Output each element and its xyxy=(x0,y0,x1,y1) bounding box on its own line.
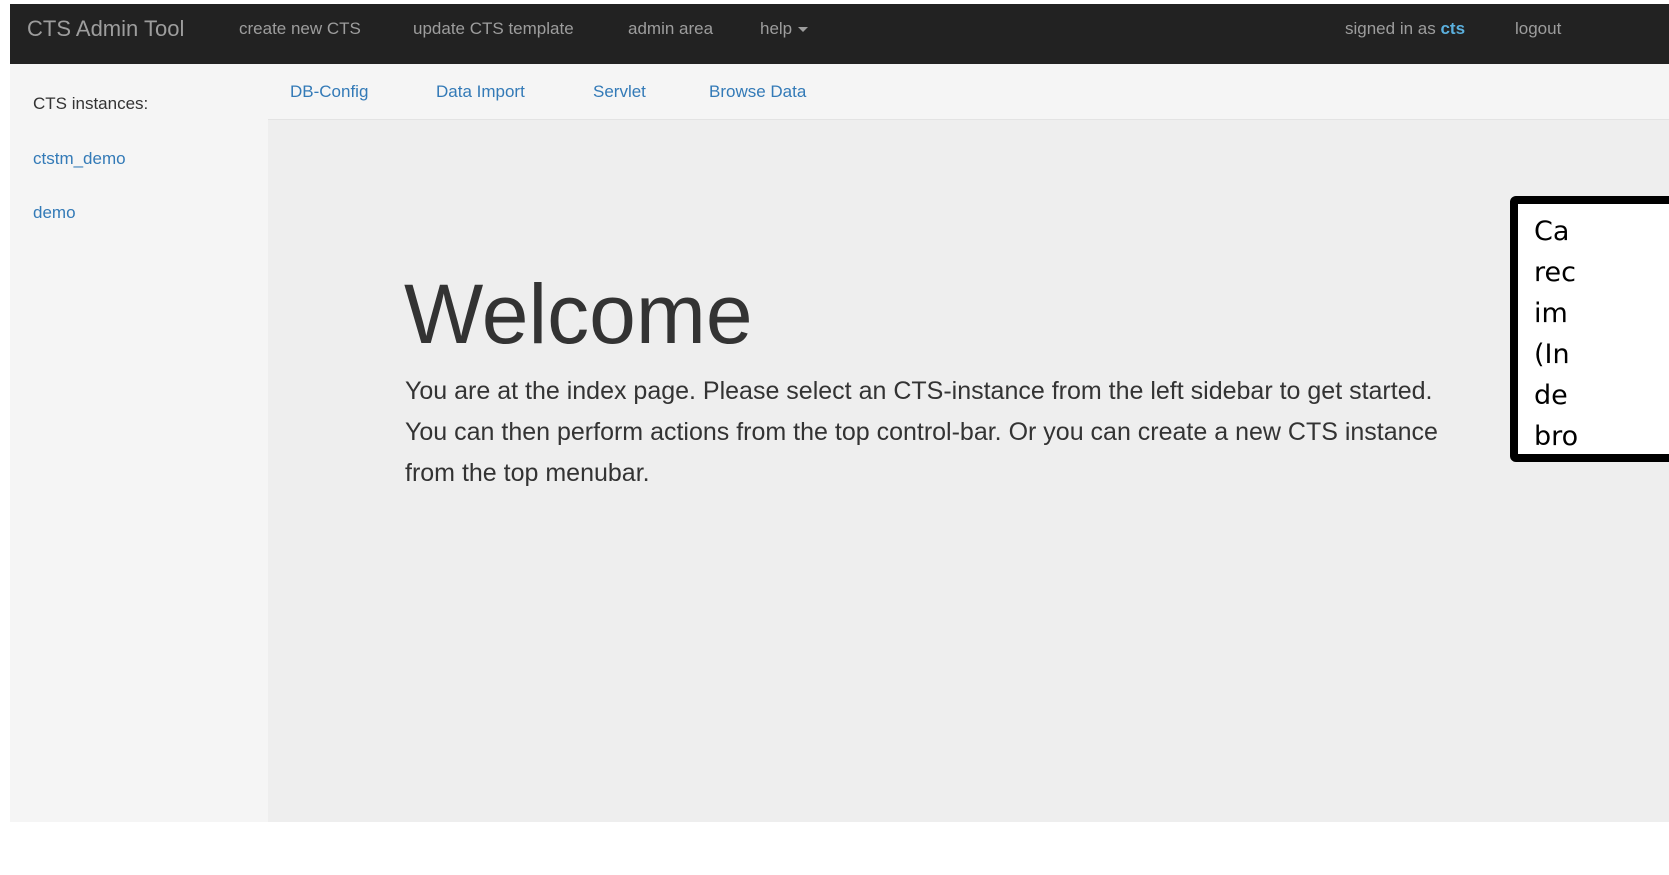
control-data-import[interactable]: Data Import xyxy=(436,82,525,102)
welcome-text: You are at the index page. Please select… xyxy=(405,377,1438,487)
nav-help-label: help xyxy=(760,19,793,38)
caption-line: de xyxy=(1534,380,1568,411)
chevron-down-icon xyxy=(798,27,809,33)
caption-line: rec xyxy=(1534,257,1576,288)
brand-link[interactable]: CTS Admin Tool xyxy=(27,17,184,41)
page-title: Welcome xyxy=(404,267,753,361)
caption-line: Ca xyxy=(1534,216,1570,247)
top-navbar: CTS Admin Tool create new CTS update CTS… xyxy=(10,4,1669,64)
sidebar: CTS instances: ctstm_demo demo xyxy=(10,64,268,822)
signed-in-prefix: signed in as xyxy=(1345,19,1441,38)
main-content: DB-Config Data Import Servlet Browse Dat… xyxy=(268,64,1669,822)
caption-line: im xyxy=(1534,298,1568,329)
caption-line: (In xyxy=(1534,339,1570,370)
sidebar-item-ctstm-demo[interactable]: ctstm_demo xyxy=(33,149,126,169)
control-browse-data[interactable]: Browse Data xyxy=(709,82,806,102)
control-bar: DB-Config Data Import Servlet Browse Dat… xyxy=(268,64,1669,120)
nav-help-dropdown[interactable]: help xyxy=(760,19,809,39)
control-servlet[interactable]: Servlet xyxy=(593,82,646,102)
nav-admin-area[interactable]: admin area xyxy=(628,19,713,39)
app-frame: CTS Admin Tool create new CTS update CTS… xyxy=(10,4,1669,822)
nav-create-new-cts[interactable]: create new CTS xyxy=(239,19,361,39)
sidebar-header: CTS instances: xyxy=(33,94,149,113)
sidebar-item-demo[interactable]: demo xyxy=(33,203,76,223)
username-link[interactable]: cts xyxy=(1440,19,1465,38)
signed-in-status: signed in as cts xyxy=(1345,19,1465,39)
control-db-config[interactable]: DB-Config xyxy=(290,82,368,102)
caption-line: bro xyxy=(1534,421,1579,452)
caption-box: Ca rec im (In de bro xyxy=(1510,196,1669,462)
nav-update-cts-template[interactable]: update CTS template xyxy=(413,19,574,39)
logout-link[interactable]: logout xyxy=(1515,19,1561,39)
